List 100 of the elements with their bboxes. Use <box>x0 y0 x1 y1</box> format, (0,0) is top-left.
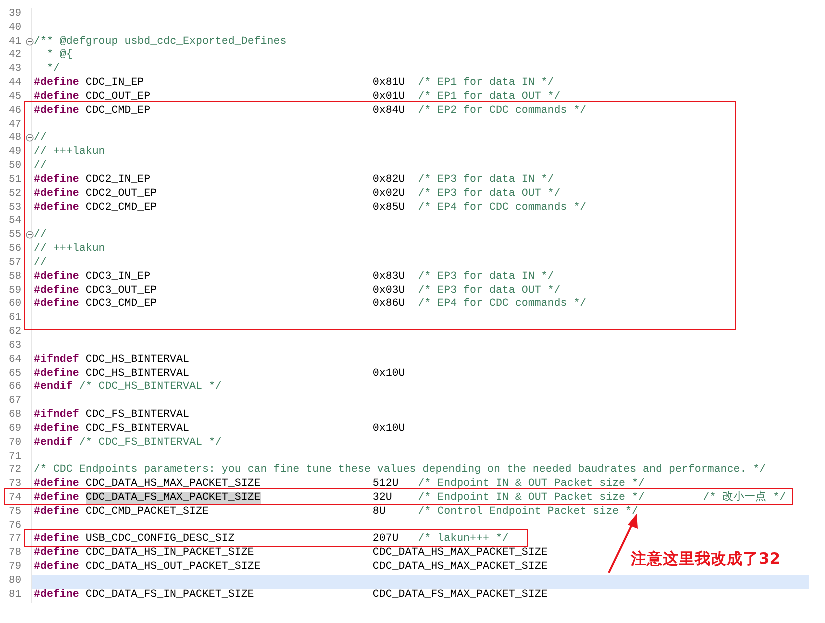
code-comment: /* EP3 for data OUT */ <box>418 188 561 202</box>
macro-value: 0x03U <box>372 284 406 298</box>
preprocessor-keyword: #endif <box>34 381 73 396</box>
line-number: 79 <box>8 561 23 575</box>
code-comment: /* CDC_HS_BINTERVAL */ <box>79 381 222 396</box>
code-comment: // <box>34 132 47 146</box>
code-comment: // <box>34 256 47 271</box>
macro-value: 0x01U <box>372 90 406 105</box>
code-comment: /* EP1 for data IN */ <box>418 77 554 91</box>
line-number: 47 <box>8 118 23 132</box>
macro-value: 0x85U <box>372 202 406 216</box>
preprocessor-keyword: #define <box>34 298 80 310</box>
line-number: 72 <box>8 464 23 478</box>
line-number: 43 <box>8 63 23 78</box>
macro-name: CDC3_IN_EP <box>86 270 151 283</box>
line-number: 49 <box>8 146 23 160</box>
macro-name: CDC_CMD_PACKET_SIZE <box>86 506 209 518</box>
line-number: 48 <box>8 132 23 146</box>
code-comment: /* Endpoint IN & OUT Packet size */ <box>418 492 645 506</box>
macro-value: 0x84U <box>372 104 406 119</box>
macro-name: CDC_HS_BINTERVAL <box>86 368 190 380</box>
code-comment: // +++lakun <box>34 146 106 160</box>
macro-name: CDC_DATA_FS_MAX_PACKET_SIZE <box>86 492 261 504</box>
macro-name: CDC_IN_EP <box>86 77 144 90</box>
line-number: 51 <box>8 174 23 188</box>
macro-value: 0x82U <box>372 174 406 188</box>
preprocessor-keyword: #define <box>34 506 80 518</box>
macro-name: CDC2_OUT_EP <box>86 188 158 200</box>
line-number: 78 <box>8 547 23 562</box>
code-comment: /* Endpoint IN & OUT Packet size */ <box>418 478 645 492</box>
line-number: 50 <box>8 160 23 174</box>
preprocessor-keyword: #define <box>34 547 80 560</box>
code-comment: */ <box>46 63 60 77</box>
macro-name: CDC_DATA_HS_IN_PACKET_SIZE <box>86 547 254 560</box>
line-number: 68 <box>8 409 23 423</box>
macro-value: 207U <box>372 533 400 548</box>
code-comment: /* CDC_FS_BINTERVAL */ <box>79 436 222 450</box>
collapse-icon[interactable] <box>26 134 34 142</box>
preprocessor-keyword: #define <box>34 533 80 546</box>
preprocessor-keyword: #endif <box>34 436 73 450</box>
macro-value: 0x81U <box>372 77 406 91</box>
preprocessor-keyword: #define <box>34 284 80 297</box>
macro-value: 8U <box>372 506 387 520</box>
line-number: 69 <box>8 422 23 437</box>
preprocessor-keyword: #define <box>34 492 80 504</box>
collapse-icon[interactable] <box>26 38 34 46</box>
line-number: 54 <box>8 215 23 230</box>
macro-name: CDC_DATA_HS_MAX_PACKET_SIZE <box>86 478 261 490</box>
line-number: 77 <box>8 533 23 548</box>
line-number: 56 <box>8 243 23 257</box>
line-number: 66 <box>8 381 23 396</box>
code-comment: // +++lakun <box>34 243 106 257</box>
macro-name: USB_CDC_CONFIG_DESC_SIZ <box>86 533 235 546</box>
line-number: 81 <box>8 588 23 603</box>
preprocessor-keyword: #define <box>34 188 80 200</box>
macro-name: CDC_HS_BINTERVAL <box>86 354 190 368</box>
preprocessor-keyword: #define <box>34 561 80 574</box>
macro-value: CDC_DATA_HS_MAX_PACKET_SIZE <box>372 547 548 562</box>
macro-value: CDC_DATA_HS_MAX_PACKET_SIZE <box>372 561 548 575</box>
code-comment: /* EP3 for data IN */ <box>418 270 554 285</box>
macro-value: 0x83U <box>372 270 406 285</box>
line-number: 44 <box>8 77 23 91</box>
line-number: 58 <box>8 270 23 285</box>
code-comment: /* lakun+++ */ <box>418 533 509 548</box>
preprocessor-keyword: #define <box>34 588 80 601</box>
line-number: 70 <box>8 436 23 450</box>
preprocessor-keyword: #define <box>34 90 80 103</box>
code-comment: /* EP2 for CDC commands */ <box>418 104 587 119</box>
line-number: 55 <box>8 229 23 244</box>
line-number: 80 <box>8 574 23 589</box>
code-comment: /* 改小一点 */ <box>703 492 786 506</box>
line-number: 63 <box>8 340 23 354</box>
preprocessor-keyword: #define <box>34 270 80 283</box>
code-comment: /* CDC Endpoints parameters: you can fine tune these values depending on the needed baudrates and performance. */ <box>34 464 766 478</box>
line-number: 45 <box>8 90 23 105</box>
preprocessor-keyword: #ifndef <box>34 409 80 423</box>
macro-name: CDC_DATA_HS_OUT_PACKET_SIZE <box>86 561 261 574</box>
macro-name: CDC_FS_BINTERVAL <box>86 409 190 423</box>
line-number: 75 <box>8 506 23 520</box>
macro-name: CDC3_OUT_EP <box>86 284 158 297</box>
code-comment: /** @defgroup usbd_cdc_Exported_Defines <box>34 36 287 49</box>
code-comment: /* EP4 for CDC commands */ <box>418 298 587 312</box>
code-comment: /* EP1 for data OUT */ <box>418 90 561 105</box>
macro-value: 0x10U <box>372 422 406 437</box>
macro-name: CDC2_CMD_EP <box>86 202 158 214</box>
line-number: 67 <box>8 395 23 410</box>
line-number: 46 <box>8 104 23 119</box>
line-number: 76 <box>8 520 23 534</box>
macro-value: 32U <box>372 492 394 506</box>
line-number: 60 <box>8 298 23 312</box>
collapse-icon[interactable] <box>26 231 34 240</box>
macro-name: CDC_OUT_EP <box>86 90 151 103</box>
line-number: 41 <box>8 36 23 50</box>
line-number: 61 <box>8 312 23 326</box>
line-number: 59 <box>8 284 23 298</box>
macro-name: CDC_CMD_EP <box>86 104 151 117</box>
line-number: 40 <box>8 22 23 36</box>
line-number: 74 <box>8 492 23 506</box>
macro-value: 0x86U <box>372 298 406 312</box>
code-comment: // <box>34 160 47 174</box>
